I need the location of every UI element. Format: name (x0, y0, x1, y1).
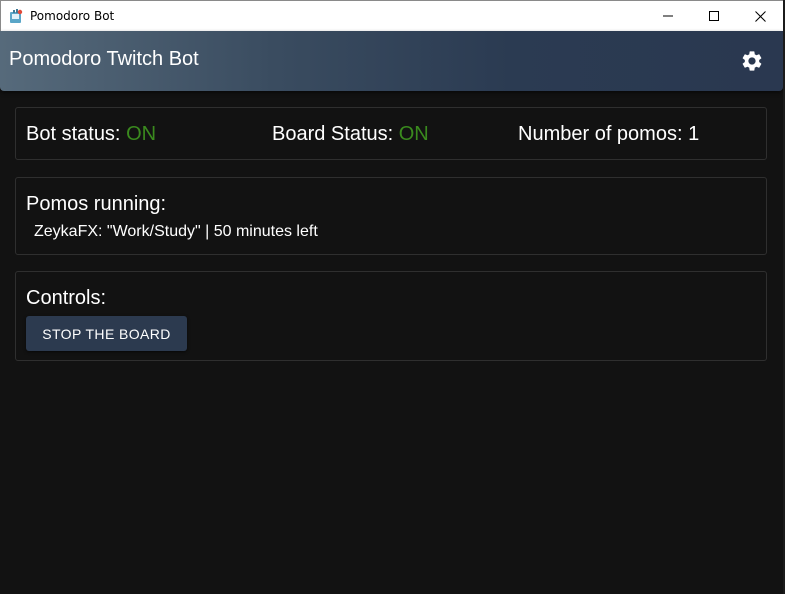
pomo-item: ZeykaFX: "Work/Study" | 50 minutes left (34, 223, 318, 240)
maximize-button[interactable] (691, 1, 737, 31)
board-status-label: Board Status: (272, 123, 399, 145)
app-icon (8, 8, 24, 24)
bot-status: Bot status: ON (26, 123, 156, 146)
title-bar[interactable]: Pomodoro Bot (0, 0, 783, 31)
pomos-heading: Pomos running: (26, 193, 167, 215)
stop-board-button[interactable]: STOP THE BOARD (26, 316, 187, 351)
bot-status-label: Bot status: (26, 123, 127, 145)
settings-button[interactable] (740, 49, 764, 73)
window-controls (645, 1, 783, 31)
gear-icon (742, 51, 762, 71)
board-status-value: ON (398, 123, 429, 145)
pomos-count: Number of pomos: 1 (518, 123, 699, 146)
controls-card: Controls: STOP THE BOARD (15, 271, 767, 361)
app-window: Pomodoro Bot Pomodoro Twitch Bot Bot sta… (0, 0, 785, 594)
pomos-count-label: Number of pomos: (518, 123, 689, 145)
status-card: Bot status: ON Board Status: ON Number o… (15, 107, 767, 160)
app-bar: Pomodoro Twitch Bot (0, 31, 783, 91)
minimize-button[interactable] (645, 1, 691, 31)
board-status: Board Status: ON (272, 123, 429, 146)
controls-heading: Controls: (26, 287, 107, 309)
pomos-count-value: 1 (688, 123, 700, 145)
bot-status-value: ON (126, 123, 157, 145)
window-title: Pomodoro Bot (30, 9, 115, 23)
close-icon (754, 10, 766, 22)
close-button[interactable] (737, 1, 783, 31)
app-title: Pomodoro Twitch Bot (9, 48, 199, 70)
maximize-icon (709, 11, 719, 21)
pomos-card: Pomos running: ZeykaFX: "Work/Study" | 5… (15, 177, 767, 255)
minimize-icon (663, 15, 673, 17)
